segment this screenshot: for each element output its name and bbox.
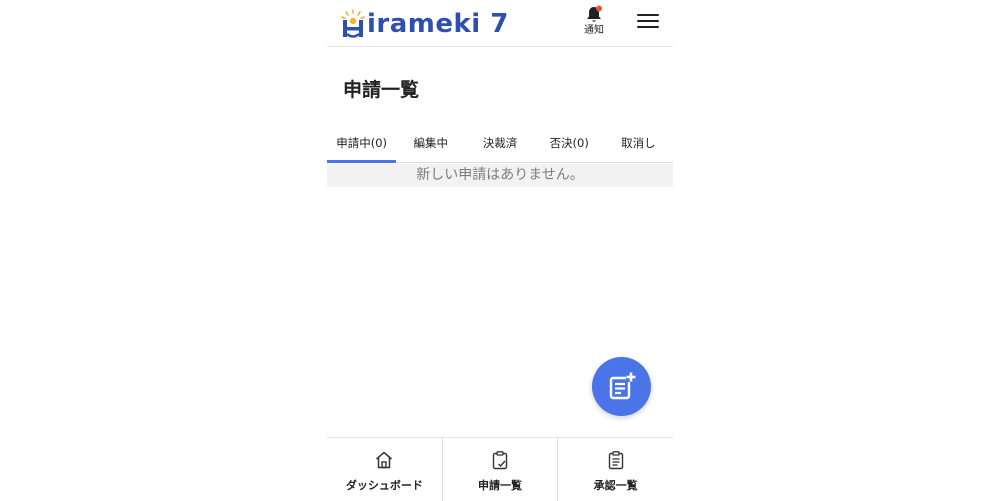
logo-mark-icon — [340, 9, 366, 39]
nav-dashboard-label: ダッシュボード — [345, 479, 423, 492]
tab-in-review[interactable]: 申請中(0) — [327, 129, 397, 163]
tab-approved[interactable]: 決裁済 — [465, 129, 534, 162]
header: irameki 7 通知 — [327, 0, 673, 47]
nav-dashboard[interactable]: ダッシュボード — [327, 438, 442, 501]
empty-state-message: 新しい申請はありません。 — [327, 164, 673, 187]
app-screen: irameki 7 通知 申請一覧 申請中(0) 編集中 決裁済 否決(0) 取… — [327, 0, 673, 501]
home-icon — [376, 451, 393, 469]
notification-label: 通知 — [584, 25, 604, 36]
tab-editing[interactable]: 編集中 — [396, 129, 465, 162]
status-tabs: 申請中(0) 編集中 決裁済 否決(0) 取消し — [327, 129, 673, 163]
logo-text: irameki 7 — [367, 9, 509, 39]
notification-dot — [596, 5, 602, 12]
nav-approvals-label: 承認一覧 — [593, 479, 638, 492]
nav-applications-label: 申請一覧 — [478, 479, 522, 492]
nav-approvals[interactable]: 承認一覧 — [557, 438, 673, 501]
hamburger-menu-icon[interactable] — [637, 14, 659, 30]
tab-rejected[interactable]: 否決(0) — [535, 129, 604, 162]
tab-cancelled[interactable]: 取消し — [604, 129, 673, 162]
bell-icon — [587, 5, 602, 22]
bottom-navigation: ダッシュボード 申請一覧 承認一覧 — [327, 437, 673, 501]
new-application-button[interactable] — [592, 357, 651, 416]
clipboard-check-icon — [492, 451, 508, 470]
notification-button[interactable]: 通知 — [579, 5, 609, 41]
logo[interactable]: irameki 7 — [340, 5, 509, 39]
page-title: 申請一覧 — [343, 79, 420, 101]
clipboard-list-icon — [608, 451, 623, 470]
new-document-icon — [609, 372, 636, 400]
nav-applications[interactable]: 申請一覧 — [441, 438, 558, 501]
